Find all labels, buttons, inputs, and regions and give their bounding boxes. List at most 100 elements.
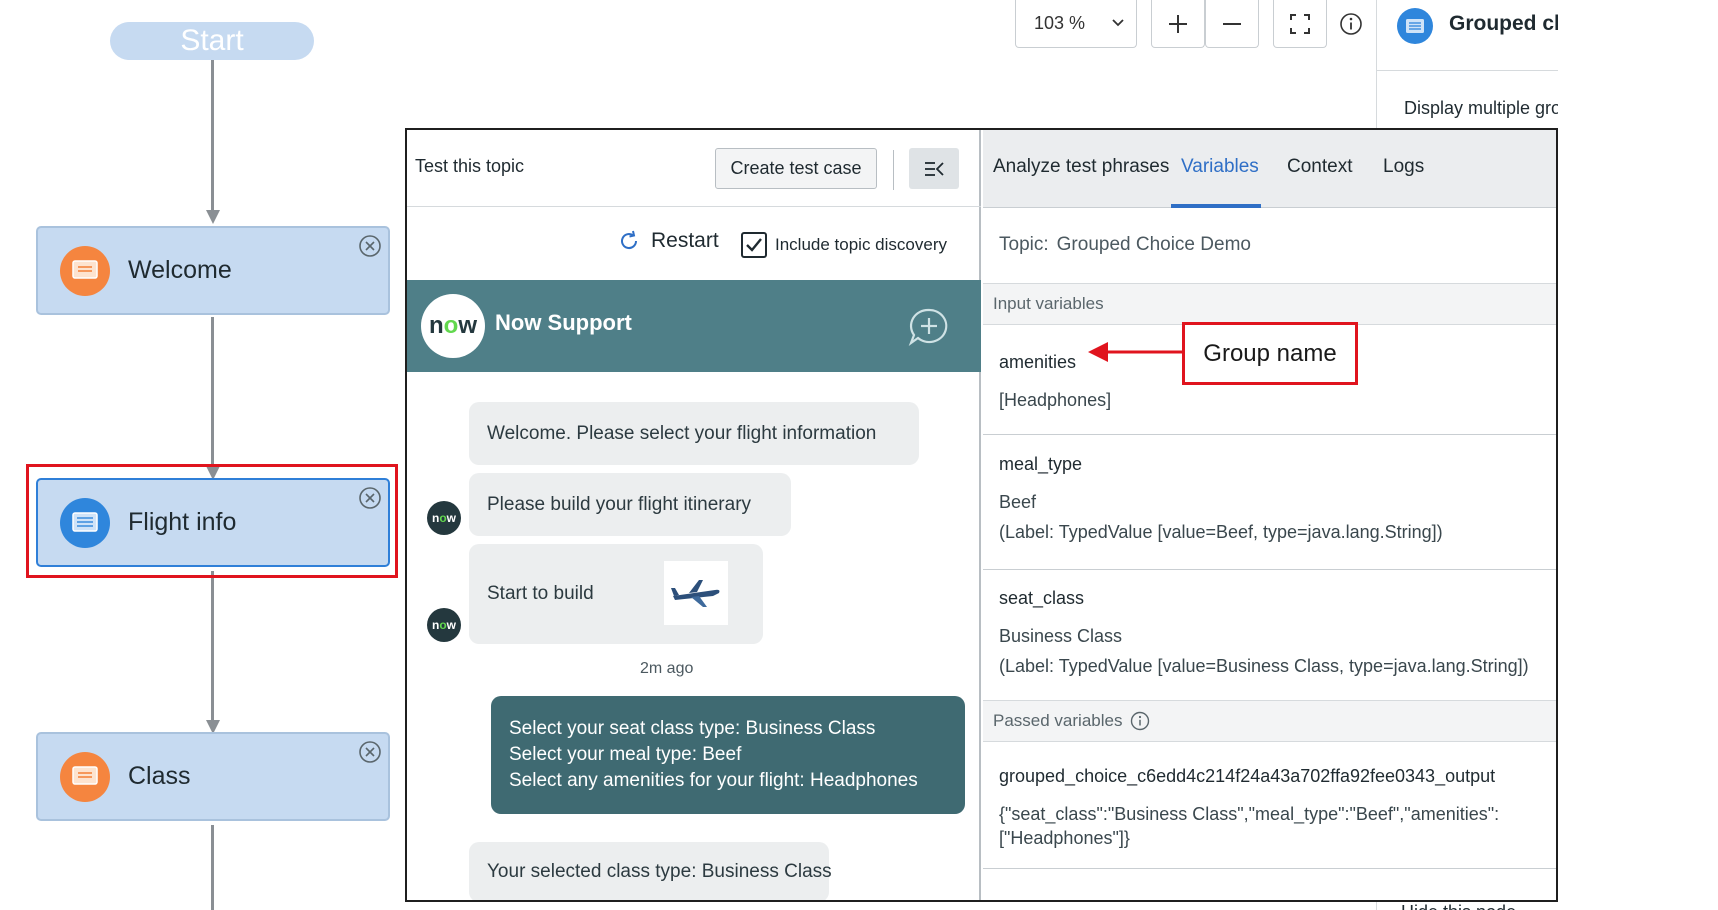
message-icon: [60, 245, 110, 296]
divider: [983, 434, 1556, 435]
include-topic-discovery[interactable]: Include topic discovery: [741, 232, 947, 258]
collapse-icon: [925, 161, 944, 176]
close-icon[interactable]: [358, 486, 382, 510]
message-text: Please build your flight itinerary: [487, 493, 752, 515]
tabs-bar: Analyze test phrases Variables Context L…: [983, 130, 1556, 208]
topic-line: Topic: Grouped Choice Demo: [999, 234, 1251, 256]
minus-icon: [1223, 22, 1241, 25]
test-header: Test this topic Create test case: [407, 130, 981, 207]
message-line: Select your seat class type: Business Cl…: [509, 718, 876, 739]
new-conversation-icon[interactable]: [907, 307, 951, 347]
message-icon: [60, 751, 110, 802]
flow-node-welcome[interactable]: Welcome: [36, 226, 390, 315]
flow-node-class[interactable]: Class: [36, 732, 390, 821]
node-label: Class: [128, 762, 191, 790]
divider: [983, 569, 1556, 570]
zoom-select[interactable]: 103 %: [1015, 0, 1137, 48]
variable-value: Business Class: [999, 626, 1123, 646]
variable-value: {"seat_class":"Business Class","meal_typ…: [999, 804, 1500, 824]
chat-column: Test this topic Create test case Restart…: [407, 130, 981, 900]
variable-name: seat_class: [999, 588, 1085, 608]
chevron-down-icon: [1112, 19, 1124, 27]
variable-name: meal_type: [999, 454, 1083, 474]
flow-connector: [211, 571, 214, 723]
close-icon[interactable]: [358, 740, 382, 764]
flow-connector: [211, 60, 214, 212]
variable-value: Beef: [999, 492, 1037, 512]
bot-message: Welcome. Please select your flight infor…: [469, 402, 919, 465]
test-title: Test this topic: [415, 156, 525, 176]
variable-value: [Headphones]: [999, 390, 1112, 410]
bot-avatar: now: [427, 608, 461, 642]
topic-label: Topic:: [999, 234, 1049, 255]
group-name-callout: Group name: [1182, 322, 1358, 385]
bot-avatar: now: [427, 501, 461, 535]
airplane-image: [664, 561, 728, 625]
fit-screen-icon: [1290, 13, 1310, 34]
chat-header: now Now Support: [407, 280, 981, 372]
passed-variables-header: Passed variables: [983, 700, 1556, 742]
user-message: Select your seat class type: Business Cl…: [491, 696, 965, 814]
message-text: Start to build: [487, 583, 594, 604]
fit-screen-button[interactable]: [1273, 0, 1327, 48]
variable-label: (Label: TypedValue [value=Beef, type=jav…: [999, 522, 1443, 542]
restart-label: Restart: [651, 229, 719, 252]
bot-message: Please build your flight itinerary: [469, 473, 791, 536]
zoom-value: 103 %: [1034, 13, 1086, 33]
flow-arrow: [206, 210, 220, 224]
collapse-panel-button[interactable]: [909, 148, 959, 189]
topic-value: Grouped Choice Demo: [1056, 234, 1251, 255]
divider: [893, 150, 894, 190]
checkmark-icon: [746, 238, 762, 252]
section-title: Passed variables: [993, 711, 1123, 730]
restart-button[interactable]: Restart: [617, 229, 719, 253]
info-icon[interactable]: [1130, 711, 1150, 731]
info-icon[interactable]: [1339, 12, 1363, 36]
plus-icon: [1169, 14, 1187, 33]
tab-logs[interactable]: Logs: [1383, 156, 1424, 178]
callout-arrow: [1088, 342, 1184, 362]
variable-name: grouped_choice_c6edd4c214f24a43a702ffa92…: [999, 766, 1496, 786]
airplane-icon: [671, 580, 720, 607]
tab-variables[interactable]: Variables: [1181, 156, 1259, 178]
tab-context[interactable]: Context: [1287, 156, 1352, 178]
flow-connector: [211, 317, 214, 469]
bot-card[interactable]: Start to build: [469, 544, 763, 644]
properties-title: Grouped choice: [1449, 12, 1558, 35]
chat-name: Now Support: [495, 310, 632, 335]
node-label: Flight info: [128, 508, 237, 536]
message-line: Select any amenities for your flight: He…: [509, 770, 918, 791]
input-variables-header: Input variables: [983, 283, 1556, 325]
section-title: Input variables: [993, 294, 1104, 313]
hide-node-link[interactable]: Hide this node: [1401, 902, 1516, 910]
include-discovery-checkbox[interactable]: [741, 232, 767, 258]
timestamp: 2m ago: [640, 660, 694, 677]
properties-description: Display multiple groups: [1404, 98, 1558, 118]
start-node[interactable]: Start: [110, 22, 314, 60]
variable-name: amenities: [999, 352, 1077, 372]
include-discovery-label: Include topic discovery: [775, 235, 947, 254]
message-line: Select your meal type: Beef: [509, 744, 742, 765]
variable-label: (Label: TypedValue [value=Business Class…: [999, 656, 1529, 676]
active-tab-indicator: [1171, 204, 1261, 208]
list-icon: [60, 497, 110, 548]
create-test-case-button[interactable]: Create test case: [715, 148, 877, 189]
tab-analyze-test-phrases[interactable]: Analyze test phrases: [993, 156, 1169, 178]
variable-value: ["Headphones"]}: [999, 828, 1130, 848]
flow-connector: [211, 825, 214, 910]
divider: [983, 868, 1556, 869]
zoom-out-button[interactable]: [1205, 0, 1259, 48]
flow-node-flight-info[interactable]: Flight info: [36, 478, 390, 567]
close-icon[interactable]: [358, 234, 382, 258]
test-topic-panel: Test this topic Create test case Restart…: [405, 128, 1558, 902]
refresh-icon: [621, 230, 638, 250]
now-logo: now: [421, 294, 485, 358]
message-text: Welcome. Please select your flight infor…: [487, 422, 877, 444]
node-label: Welcome: [128, 256, 232, 284]
variables-column: Analyze test phrases Variables Context L…: [983, 130, 1556, 900]
message-text: Your selected class type: Business Class: [487, 861, 832, 882]
list-icon: [1397, 8, 1433, 44]
zoom-in-button[interactable]: [1151, 0, 1205, 48]
bot-message: Your selected class type: Business Class: [469, 842, 832, 900]
divider: [1377, 70, 1558, 71]
